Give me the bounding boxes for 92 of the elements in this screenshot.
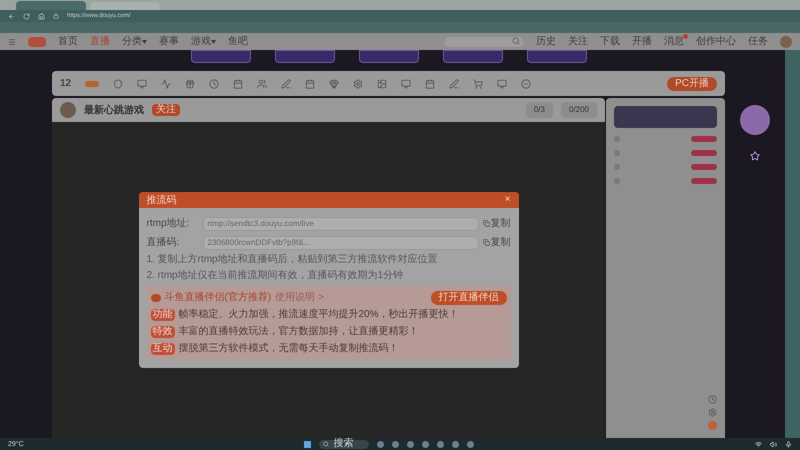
recommended-card[interactable] (526, 50, 586, 63)
header-action[interactable]: 下载 (600, 36, 620, 46)
tool-icon[interactable] (185, 78, 196, 88)
feature-text: 帧率稳定、火力加强，推流速度平均提升20%，秒出开播更快！ (178, 308, 459, 322)
input-field[interactable]: 2306800rcwnDDFvtb?p9f&... (202, 236, 478, 250)
lock-icon (53, 13, 59, 19)
reload-icon[interactable] (23, 12, 30, 20)
tool-icon[interactable] (497, 78, 508, 88)
volume-icon[interactable] (770, 440, 778, 448)
recommended-card[interactable] (358, 50, 418, 63)
fan-badge (691, 178, 717, 184)
home-icon[interactable] (38, 12, 45, 20)
tool-icon[interactable] (329, 78, 340, 88)
usage-link[interactable]: 使用说明 > (275, 290, 324, 305)
settings-icon[interactable] (708, 408, 717, 417)
tool-icon[interactable] (377, 78, 388, 88)
recommended-card[interactable] (274, 50, 334, 63)
instruction-text: 2. rtmp地址仅在当前推流期间有效，直播码有效期为1分钟 (146, 270, 404, 282)
tool-icon[interactable] (473, 78, 484, 88)
field-label: rtmp地址: (146, 216, 190, 231)
tool-icon[interactable] (233, 78, 244, 88)
tool-icon[interactable] (305, 78, 316, 88)
feature-text: 丰富的直播特效玩法，官方数据加持，让直播更精彩！ (178, 324, 418, 339)
caret-icon (211, 40, 216, 44)
tool-icon[interactable] (425, 78, 436, 88)
live-badge[interactable] (85, 80, 100, 86)
taskbar-search[interactable]: 搜索 (319, 440, 370, 448)
nav-link[interactable]: 鱼吧 (228, 36, 248, 46)
feature-tag: 互动 (150, 342, 174, 354)
tool-icon[interactable] (449, 78, 460, 88)
dialog-title: 推流码 (146, 194, 176, 208)
copy-icon (482, 220, 490, 227)
copy-icon (482, 239, 490, 246)
feature-text: 摆脱第三方软件模式，无需每天手动复制推流码！ (178, 342, 398, 356)
tool-icon[interactable] (401, 78, 412, 88)
header-action[interactable]: 消息 (664, 36, 684, 46)
tool-icon[interactable] (257, 78, 268, 88)
tool-icon[interactable] (353, 78, 364, 88)
header-action[interactable]: 关注 (568, 36, 588, 46)
copy-button[interactable]: 复制 (482, 235, 510, 250)
close-button[interactable]: × (504, 195, 510, 205)
caret-icon (142, 40, 147, 44)
tool-icon[interactable] (137, 78, 148, 88)
tool-icon[interactable] (281, 78, 292, 88)
field-label: 直播码: (146, 236, 180, 250)
copy-button[interactable]: 复制 (482, 216, 510, 231)
avatar[interactable] (780, 36, 792, 48)
site-logo[interactable] (28, 36, 46, 46)
instruction-text: 1. 复制上方rtmp地址和直播码后，粘贴到第三方推流软件对应位置 (146, 254, 439, 266)
pc-live-button[interactable]: PC开播 (667, 76, 717, 90)
event-pendant-icon[interactable] (740, 105, 770, 135)
header-action[interactable]: 开播 (632, 36, 652, 46)
feature-tag: 功能 (150, 308, 174, 320)
search-field[interactable] (444, 36, 524, 46)
recommended-card[interactable] (442, 50, 502, 63)
streamer-name: 最新心跳游戏 (84, 103, 144, 118)
menu-icon[interactable] (8, 38, 16, 46)
notification-badge (683, 34, 688, 38)
microphone-icon[interactable] (785, 440, 792, 448)
header-action[interactable]: 历史 (536, 36, 556, 46)
recommended-card[interactable] (190, 50, 250, 63)
open-app-button[interactable]: 打开直播伴侣 (430, 290, 506, 304)
start-icon[interactable] (304, 440, 312, 448)
follow-button[interactable]: 关注 (152, 104, 180, 116)
tool-icon[interactable] (113, 78, 124, 88)
fan-badge (691, 150, 717, 156)
fan-badge (691, 164, 717, 170)
tool-icon[interactable] (209, 78, 220, 88)
promo-title: 斗鱼直播伴侣(官方推荐) (164, 290, 272, 305)
star-icon[interactable] (750, 151, 760, 161)
header-action[interactable]: 任务 (748, 36, 768, 46)
input-field[interactable]: rtmp://sendtc3.douyu.com/live (202, 216, 478, 230)
search-label: 搜索 (333, 439, 354, 449)
streamer-avatar (60, 102, 76, 118)
tool-icon[interactable] (161, 78, 172, 88)
stat-box: 0/3 (526, 102, 553, 118)
stat-box: 0/200 (560, 102, 597, 118)
nav-link[interactable]: 分类 (122, 36, 147, 46)
nav-link[interactable]: 赛事 (159, 36, 179, 46)
level-count[interactable]: 12 (60, 76, 72, 91)
nav-link[interactable]: 直播 (90, 36, 110, 46)
tool-icon[interactable] (521, 78, 532, 88)
clock-icon[interactable] (708, 395, 717, 404)
nav-link[interactable]: 首页 (58, 36, 78, 46)
fan-badge (691, 136, 717, 142)
nav-link[interactable]: 游戏 (191, 36, 216, 46)
wifi-icon[interactable] (755, 440, 762, 448)
search-icon[interactable] (512, 36, 520, 44)
header-action[interactable]: 创作中心 (696, 36, 736, 46)
back-icon[interactable] (8, 12, 15, 20)
search-icon (323, 441, 330, 447)
feature-tag: 特效 (150, 326, 174, 338)
